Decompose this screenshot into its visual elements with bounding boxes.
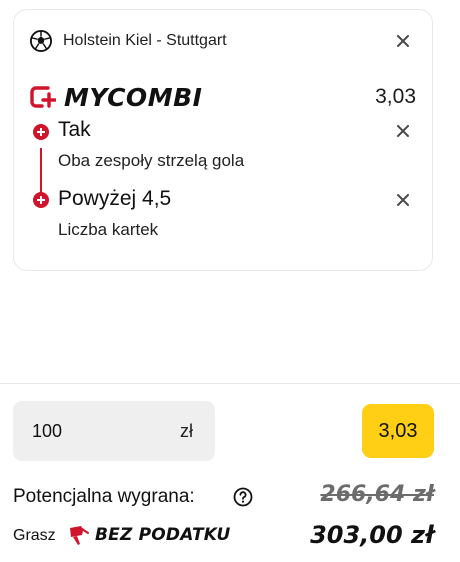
mycombi-logo-icon (30, 86, 56, 108)
close-icon (397, 125, 409, 137)
plus-circle-icon (33, 192, 49, 208)
match-title: Holstein Kiel - Stuttgart (63, 32, 227, 49)
remove-match-button[interactable] (394, 32, 412, 50)
selection-connector (40, 148, 42, 196)
mycombi-label: MYCOMBI (64, 82, 203, 112)
selection-market: Liczba kartek (58, 220, 159, 239)
divider (0, 383, 460, 384)
stake-value: 100 (32, 420, 63, 441)
selection-market: Oba zespoły strzelą gola (58, 151, 245, 170)
new-win-amount: 303,00 zł (310, 521, 434, 549)
remove-selection-button[interactable] (394, 191, 412, 209)
bet-card: Holstein Kiel - Stuttgart MYCOMBI 3,03 T… (13, 9, 433, 271)
mycombi-header: MYCOMBI 3,03 (30, 82, 416, 112)
match-header: Holstein Kiel - Stuttgart (30, 29, 416, 53)
stake-currency: zł (180, 420, 193, 441)
old-win-amount: 266,64 zł (320, 482, 434, 507)
tax-free-label: BEZ PODATKU (95, 525, 231, 545)
total-odds-button[interactable]: 3,03 (362, 404, 434, 458)
selection-title: Tak (58, 118, 91, 141)
close-icon (397, 194, 409, 206)
plus-circle-icon (33, 124, 49, 140)
combi-odds: 3,03 (375, 85, 416, 108)
play-label: Grasz (13, 527, 56, 544)
question-circle-icon[interactable] (233, 487, 253, 507)
potential-win-label: Potencjalna wygrana: (13, 486, 195, 507)
tax-free-icon (70, 526, 89, 545)
stake-input[interactable]: 100 zł (13, 401, 215, 461)
remove-selection-button[interactable] (394, 122, 412, 140)
close-icon (397, 35, 409, 47)
selection-title: Powyżej 4,5 (58, 187, 172, 210)
soccer-ball-icon (30, 30, 52, 52)
